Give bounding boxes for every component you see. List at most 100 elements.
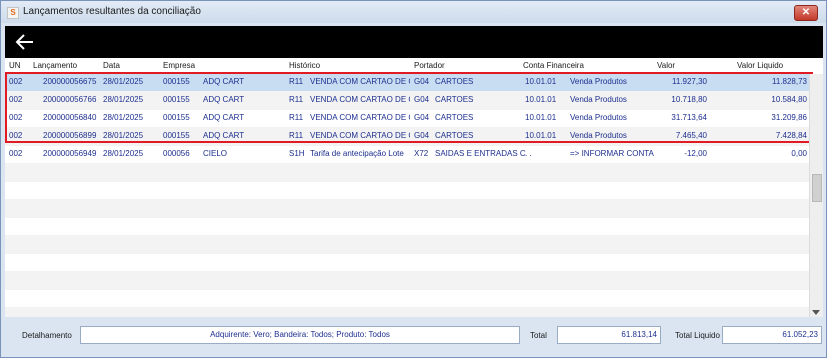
- cell-liquido: 11.828,73: [772, 77, 807, 86]
- toolbar: [5, 26, 823, 58]
- cell-conta-cod: . .: [525, 149, 532, 158]
- cell-port: CARTOES: [435, 77, 474, 86]
- detalhamento-label: Detalhamento: [22, 331, 72, 340]
- cell-port-cod: G04: [414, 95, 430, 104]
- total-liquido-field[interactable]: 61.052,23: [722, 326, 822, 344]
- cell-un: 002: [9, 77, 23, 86]
- cell-lanc: 200000056675: [43, 77, 97, 86]
- cell-hist-cod: R11: [289, 95, 304, 104]
- cell-lanc: 200000056899: [43, 131, 97, 140]
- column-header-empresa[interactable]: Empresa: [163, 61, 195, 70]
- table-row[interactable]: 002 200000056899 28/01/2025 000155 ADQ CART R…: [5, 128, 810, 146]
- cell-hist: Tarifa de antecipação Lote: [310, 149, 404, 158]
- cell-emp-nome: ADQ CART: [203, 113, 245, 122]
- cell-hist-cod: R11: [289, 113, 304, 122]
- table-row[interactable]: 002 200000056675 28/01/2025 000155 ADQ CART R…: [5, 74, 810, 92]
- cell-emp-cod: 000155: [163, 77, 190, 86]
- cell-port-cod: X72: [414, 149, 429, 158]
- cell-emp-cod: 000155: [163, 113, 190, 122]
- column-header-lancamento[interactable]: Lançamento: [33, 61, 77, 70]
- cell-conta-cod: 10.01.01: [525, 77, 557, 86]
- cell-un: 002: [9, 95, 23, 104]
- cell-conta-cod: 10.01.01: [525, 95, 557, 104]
- empty-row[interactable]: [5, 218, 810, 236]
- cell-hist: VENDA COM CARTAO DE C: [310, 77, 410, 86]
- empty-row[interactable]: [5, 200, 810, 218]
- cell-emp-cod: 000155: [163, 131, 190, 140]
- cell-hist-cod: S1H: [289, 149, 305, 158]
- cell-port: CARTOES: [435, 95, 474, 104]
- cell-valor: 11.927,30: [672, 77, 707, 86]
- column-header-un[interactable]: UN: [9, 61, 21, 70]
- cell-emp-nome: ADQ CART: [203, 131, 245, 140]
- grid-rows: 002 200000056675 28/01/2025 000155 ADQ CART R…: [5, 74, 810, 317]
- title-bar: S Lançamentos resultantes da conciliação…: [1, 1, 826, 23]
- cell-valor: -12,00: [684, 149, 707, 158]
- total-field[interactable]: 61.813,14: [557, 326, 661, 344]
- cell-emp-nome: ADQ CART: [203, 77, 245, 86]
- cell-valor: 7.465,40: [675, 131, 707, 140]
- cell-port: SAIDAS E ENTRADAS C: [435, 149, 526, 158]
- total-liquido-label: Total Liquido: [675, 331, 720, 340]
- empty-row[interactable]: [5, 308, 810, 317]
- total-label: Total: [530, 331, 547, 340]
- table-row[interactable]: 002 200000056949 28/01/2025 000056 CIELO S1H T…: [5, 146, 810, 164]
- empty-row[interactable]: [5, 254, 810, 272]
- cell-port: CARTOES: [435, 113, 474, 122]
- cell-hist-cod: R11: [289, 77, 304, 86]
- cell-data: 28/01/2025: [103, 149, 144, 158]
- cell-un: 002: [9, 131, 23, 140]
- cell-liquido: 10.584,80: [771, 95, 807, 104]
- close-button[interactable]: ✕: [794, 5, 818, 21]
- cell-data: 28/01/2025: [103, 131, 144, 140]
- cell-conta-cod: 10.01.01: [525, 113, 557, 122]
- column-header-valor-liquido[interactable]: Valor Liquido: [737, 61, 783, 70]
- column-header-conta-financeira[interactable]: Conta Financeira: [523, 61, 584, 70]
- cell-port-cod: G04: [414, 131, 430, 140]
- column-header-portador[interactable]: Portador: [414, 61, 445, 70]
- cell-lanc: 200000056840: [43, 113, 97, 122]
- cell-liquido: 0,00: [791, 149, 807, 158]
- cell-hist: VENDA COM CARTAO DE C: [310, 95, 410, 104]
- empty-row[interactable]: [5, 236, 810, 254]
- cell-emp-nome: CIELO: [203, 149, 228, 158]
- cell-port: CARTOES: [435, 131, 474, 140]
- cell-liquido: 7.428,84: [775, 131, 807, 140]
- table-row[interactable]: 002 200000056840 28/01/2025 000155 ADQ CART R…: [5, 110, 810, 128]
- cell-data: 28/01/2025: [103, 95, 144, 104]
- vertical-scrollbar[interactable]: [809, 74, 823, 317]
- cell-un: 002: [9, 149, 23, 158]
- cell-hist: VENDA COM CARTAO DE C: [310, 113, 410, 122]
- cell-data: 28/01/2025: [103, 77, 144, 86]
- footer-summary: Detalhamento Adquirente: Vero; Bandeira:…: [5, 319, 823, 355]
- column-header-historico[interactable]: Histórico: [289, 61, 320, 70]
- empty-row[interactable]: [5, 182, 810, 200]
- cell-valor: 10.718,80: [671, 95, 707, 104]
- cell-port-cod: G04: [414, 77, 430, 86]
- detalhamento-field[interactable]: Adquirente: Vero; Bandeira: Todos; Produ…: [80, 326, 520, 344]
- cell-liquido: 31.209,86: [771, 113, 807, 122]
- empty-row[interactable]: [5, 290, 810, 308]
- results-grid: UN Lançamento Data Empresa Histórico Por…: [5, 58, 823, 317]
- cell-data: 28/01/2025: [103, 113, 144, 122]
- grid-header: UN Lançamento Data Empresa Histórico Por…: [5, 58, 823, 75]
- empty-row[interactable]: [5, 272, 810, 290]
- cell-emp-cod: 000155: [163, 95, 190, 104]
- column-header-valor[interactable]: Valor: [657, 61, 675, 70]
- cell-un: 002: [9, 113, 23, 122]
- cell-lanc: 200000056766: [43, 95, 97, 104]
- empty-row[interactable]: [5, 164, 810, 182]
- cell-hist: VENDA COM CARTAO DE C: [310, 131, 410, 140]
- window-title: Lançamentos resultantes da conciliação: [23, 6, 201, 17]
- cell-lanc: 200000056949: [43, 149, 97, 158]
- cell-port-cod: G04: [414, 113, 430, 122]
- arrow-left-icon[interactable]: [13, 31, 37, 53]
- cell-emp-nome: ADQ CART: [203, 95, 245, 104]
- table-row[interactable]: 002 200000056766 28/01/2025 000155 ADQ CART R…: [5, 92, 810, 110]
- column-header-data[interactable]: Data: [103, 61, 120, 70]
- cell-hist-cod: R11: [289, 131, 304, 140]
- cell-valor: 31.713,64: [671, 113, 707, 122]
- scroll-down-arrow-icon[interactable]: [812, 310, 820, 315]
- scrollbar-thumb[interactable]: [812, 174, 822, 202]
- cell-emp-cod: 000056: [163, 149, 190, 158]
